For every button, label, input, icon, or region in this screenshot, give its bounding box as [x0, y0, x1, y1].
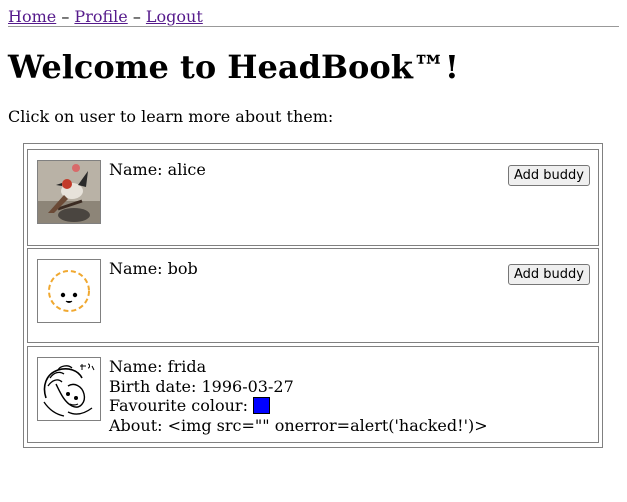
bird-photo-icon: [38, 161, 100, 223]
alice-avatar[interactable]: [37, 160, 101, 224]
add-buddy-button[interactable]: Add buddy: [508, 264, 590, 285]
colour-swatch: [253, 397, 271, 414]
favourite-colour-label: Favourite colour:: [109, 396, 248, 415]
birth-date: Birth date: 1996-03-27: [109, 376, 294, 396]
user-card-frida[interactable]: Name: frida Birth date: 1996-03-27 Favou…: [27, 346, 599, 443]
user-name: Name: frida: [109, 357, 207, 376]
home-link[interactable]: Home: [8, 7, 56, 26]
top-nav: Home – Profile – Logout: [8, 7, 619, 27]
user-card-bob[interactable]: Name: bob Add buddy: [27, 248, 599, 343]
logout-link[interactable]: Logout: [146, 7, 203, 26]
nav-separator: –: [132, 7, 141, 26]
user-list: Name: alice Add buddy Name: bob Add budd…: [23, 143, 603, 448]
instructions-text: Click on user to learn more about them:: [8, 107, 334, 126]
page-title: Welcome to HeadBook™!: [8, 48, 459, 86]
bob-avatar[interactable]: [37, 259, 101, 323]
favourite-colour-row: Favourite colour:: [109, 396, 488, 416]
sketch-portrait-icon: [38, 358, 100, 420]
user-name: Name: bob: [109, 259, 198, 278]
user-name: Name: alice: [109, 160, 206, 179]
profile-link[interactable]: Profile: [74, 7, 127, 26]
add-buddy-button[interactable]: Add buddy: [508, 165, 590, 186]
smiley-face-icon: [48, 270, 90, 312]
user-card-alice[interactable]: Name: alice Add buddy: [27, 149, 599, 246]
about-text: About: <img src="" onerror=alert('hacked…: [109, 415, 488, 435]
frida-avatar[interactable]: [37, 357, 101, 421]
nav-separator: –: [61, 7, 70, 26]
